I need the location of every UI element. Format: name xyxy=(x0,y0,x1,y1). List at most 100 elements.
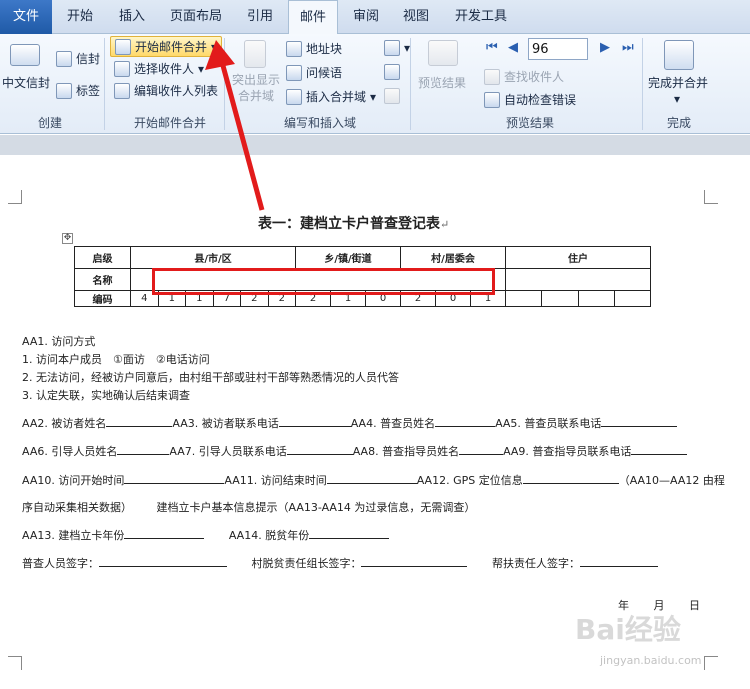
blank-field[interactable] xyxy=(579,566,658,567)
chinese-envelope-label: 中文信封 xyxy=(2,76,51,90)
match-fields-icon xyxy=(384,64,400,80)
highlight-fields-label: 突出显示合并域 xyxy=(231,73,280,103)
table-cell[interactable] xyxy=(505,268,651,291)
blank-field[interactable] xyxy=(601,426,678,427)
field-label: AA7. 引导人员联系电话 xyxy=(169,445,287,458)
address-block-icon xyxy=(286,40,302,57)
preview-results-button[interactable]: 预览结果 xyxy=(418,74,466,91)
form-line: AA6. 引导人员姓名 AA7. 引导人员联系电话 AA8. 普查指导员姓名 AA9.… xyxy=(22,443,688,459)
form-line: AA10. 访问开始时间 AA11. 访问结束时间 AA12. GPS 定位信息 （A… xyxy=(22,472,725,488)
code-cell[interactable] xyxy=(613,290,652,307)
labels-button[interactable]: 标签 xyxy=(56,82,100,99)
blank-field[interactable] xyxy=(631,454,688,455)
previous-record-icon[interactable]: ◀ xyxy=(508,40,518,55)
table-cell[interactable]: 乡/镇/街道 xyxy=(295,246,401,269)
blank-field[interactable] xyxy=(326,483,417,484)
insert-merge-field-button[interactable]: 插入合并域 ▾ xyxy=(286,88,376,105)
table-cell[interactable]: 村/居委会 xyxy=(400,246,506,269)
blank-field[interactable] xyxy=(459,454,504,455)
blank-field[interactable] xyxy=(286,454,353,455)
table-cell[interactable]: 启级 xyxy=(74,246,131,269)
chinese-envelope-button[interactable]: 中文信封 xyxy=(2,74,50,91)
watermark-logo: Bai经验 xyxy=(575,613,681,646)
field-label: AA9. 普查指导员联系电话 xyxy=(503,445,632,458)
field-note: 序自动采集相关数据） xyxy=(22,501,132,514)
document-top-gap xyxy=(0,135,750,155)
tab-developer[interactable]: 开发工具 xyxy=(444,0,518,34)
start-mail-merge-button[interactable]: 开始邮件合并 ▾ xyxy=(110,36,223,57)
text-line: AA1. 访问方式 xyxy=(22,335,96,348)
envelopes-label: 信封 xyxy=(76,52,101,66)
chevron-down-icon[interactable]: ▾ xyxy=(674,92,680,106)
code-cell[interactable] xyxy=(577,290,615,307)
table-cell[interactable]: 名称 xyxy=(74,268,131,291)
text-line: 3. 认定失联，实地确认后结束调查 xyxy=(22,389,190,402)
blank-field[interactable] xyxy=(106,426,173,427)
first-record-icon[interactable]: ⏮ xyxy=(486,40,498,55)
field-label: AA4. 普查员姓名 xyxy=(350,417,436,430)
last-record-icon[interactable]: ⏭ xyxy=(622,40,634,55)
blank-field[interactable] xyxy=(522,483,619,484)
ribbon-mailings: 中文信封 信封 标签 创建 开始邮件合并 ▾ 选择收件人 ▾ 编辑收件人列表 开始邮… xyxy=(0,34,750,134)
envelopes-button[interactable]: 信封 xyxy=(56,50,100,67)
crop-mark xyxy=(704,190,718,204)
group-label-write-insert: 编写和插入域 xyxy=(283,116,356,130)
table-cell[interactable]: 县/市/区 xyxy=(130,246,296,269)
table-cell[interactable]: 编码 xyxy=(74,290,131,307)
edit-recipients-button[interactable]: 编辑收件人列表 xyxy=(114,82,218,99)
blank-field[interactable] xyxy=(435,426,496,427)
rules-icon xyxy=(384,40,400,56)
envelope-icon xyxy=(56,50,72,67)
tab-references[interactable]: 引用 xyxy=(236,0,284,34)
chevron-down-icon: ▾ xyxy=(198,61,205,76)
select-recipients-label: 选择收件人 xyxy=(134,62,195,76)
address-block-button[interactable]: 地址块 xyxy=(286,40,342,57)
highlight-fields-icon xyxy=(244,40,266,68)
tab-file[interactable]: 文件 xyxy=(0,0,52,34)
text-line: 2. 无法访问，经被访户同意后，由村组干部或驻村干部等熟悉情况的人员代答 xyxy=(22,371,399,384)
paragraph-mark-icon: ↵ xyxy=(440,218,450,231)
finish-merge-button[interactable]: 完成并合并 xyxy=(648,74,708,91)
tab-mailings[interactable]: 邮件 xyxy=(288,0,338,35)
blank-field[interactable] xyxy=(99,566,227,567)
edit-recipients-label: 编辑收件人列表 xyxy=(134,84,219,98)
code-cell[interactable] xyxy=(504,290,543,307)
field-label: AA2. 被访者姓名 xyxy=(22,417,107,430)
auto-check-errors-button[interactable]: 自动检查错误 xyxy=(484,91,576,108)
update-labels-button[interactable] xyxy=(384,88,400,104)
highlight-merge-fields-button[interactable]: 突出显示合并域 xyxy=(230,72,282,104)
finish-merge-label: 完成并合并 xyxy=(648,76,709,90)
check-errors-icon xyxy=(484,91,500,108)
greeting-line-button[interactable]: 问候语 xyxy=(286,64,342,81)
labels-label: 标签 xyxy=(76,84,101,98)
blank-field[interactable] xyxy=(361,566,468,567)
rules-button[interactable]: ▾ xyxy=(384,40,410,56)
tab-page-layout[interactable]: 页面布局 xyxy=(160,0,232,34)
field-label: 普查人员签字： xyxy=(22,557,99,570)
chinese-envelope-icon xyxy=(10,44,40,66)
blank-field[interactable] xyxy=(124,483,225,484)
tab-review[interactable]: 审阅 xyxy=(342,0,390,34)
select-recipients-button[interactable]: 选择收件人 ▾ xyxy=(114,60,204,77)
match-fields-button[interactable] xyxy=(384,64,400,80)
ribbon-tab-bar: 文件 开始 插入 页面布局 引用 邮件 审阅 视图 开发工具 xyxy=(0,0,750,35)
field-label: AA10. 访问开始时间 xyxy=(22,474,125,487)
tab-insert[interactable]: 插入 xyxy=(108,0,156,34)
find-recipient-button[interactable]: 查找收件人 xyxy=(484,68,564,85)
tab-home[interactable]: 开始 xyxy=(56,0,104,34)
blank-field[interactable] xyxy=(278,426,351,427)
field-label: AA14. 脱贫年份 xyxy=(228,529,310,542)
form-line: AA13. 建档立卡年份 AA14. 脱贫年份 xyxy=(22,527,390,543)
code-cell[interactable] xyxy=(541,290,579,307)
blank-field[interactable] xyxy=(117,454,170,455)
blank-field[interactable] xyxy=(124,538,205,539)
table-move-handle-icon[interactable]: ✥ xyxy=(62,233,73,244)
start-mail-merge-label: 开始邮件合并 xyxy=(135,40,208,54)
crop-mark xyxy=(8,656,22,670)
table-cell[interactable]: 住户 xyxy=(505,246,651,269)
record-number-input[interactable] xyxy=(528,38,588,60)
blank-field[interactable] xyxy=(309,538,390,539)
form-line: 序自动采集相关数据） 建档立卡户基本信息提示（AA13-AA14 为过录信息，无… xyxy=(22,499,475,515)
tab-view[interactable]: 视图 xyxy=(392,0,440,34)
next-record-icon[interactable]: ▶ xyxy=(600,40,610,55)
